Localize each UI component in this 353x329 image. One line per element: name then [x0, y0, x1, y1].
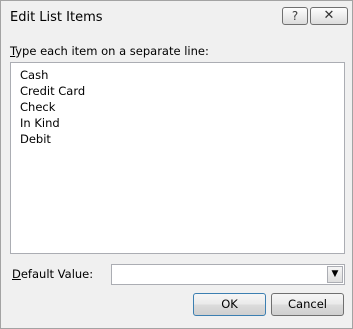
default-value-accelerator: D [12, 267, 21, 281]
default-value-label: Default Value: [12, 267, 93, 281]
default-value-select[interactable]: ▼ [111, 264, 345, 285]
list-item: Debit [20, 132, 51, 146]
prompt-text: ype each item on a separate line: [15, 44, 209, 58]
help-button[interactable]: ? [282, 7, 308, 25]
list-item: Check [20, 100, 56, 114]
chevron-down-icon: ▼ [331, 269, 339, 279]
dropdown-button[interactable]: ▼ [327, 266, 343, 283]
list-item: Cash [20, 68, 49, 82]
ok-button[interactable]: OK [193, 293, 266, 316]
list-item: Credit Card [20, 84, 86, 98]
title-bar[interactable]: Edit List Items ? ✕ [1, 1, 352, 35]
cancel-button[interactable]: Cancel [271, 293, 344, 316]
items-textarea[interactable]: Cash Credit Card Check In Kind Debit [10, 62, 345, 254]
close-icon: ✕ [323, 8, 335, 23]
list-item: In Kind [20, 116, 60, 130]
items-prompt-label: Type each item on a separate line: [10, 44, 209, 58]
help-icon: ? [291, 9, 299, 23]
default-value-label-text: efault Value: [20, 267, 94, 281]
close-button[interactable]: ✕ [310, 7, 348, 25]
dialog-title: Edit List Items [10, 10, 103, 25]
edit-list-items-dialog: Edit List Items ? ✕ Type each item on a … [0, 0, 353, 329]
